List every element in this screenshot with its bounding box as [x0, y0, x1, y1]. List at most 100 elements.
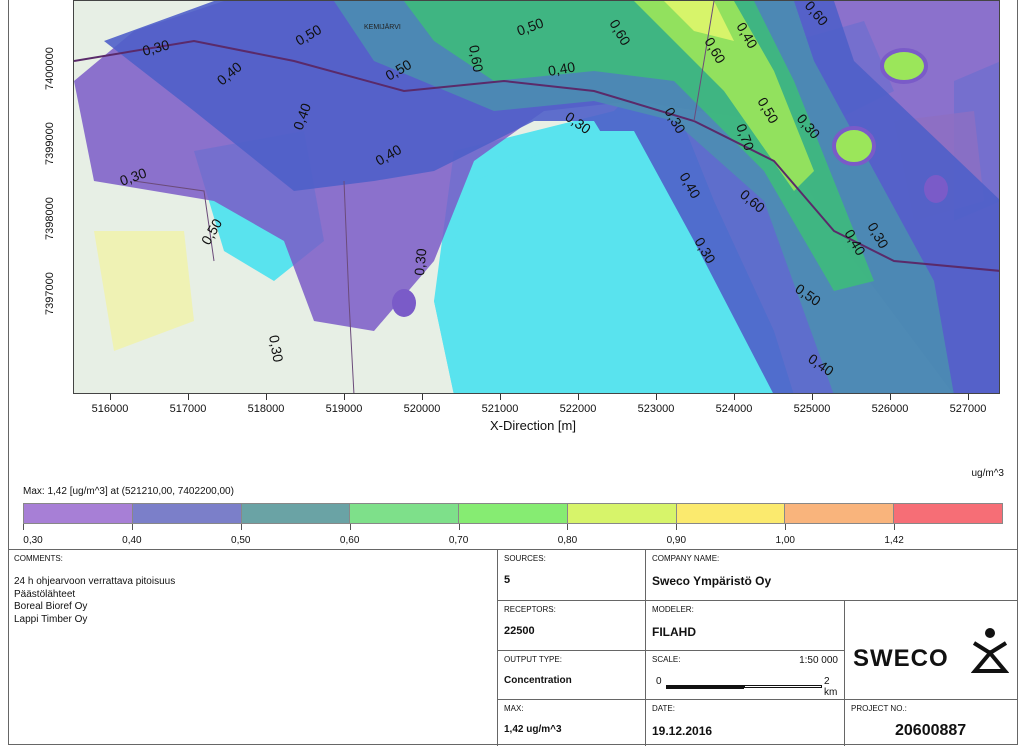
- date-cell: DATE: 19.12.2016: [645, 699, 844, 746]
- max-cell: MAX: 1,42 ug/m^3: [497, 699, 645, 746]
- legend-units: ug/m^3: [971, 468, 1005, 479]
- x-tick-mark: [422, 394, 423, 400]
- legend-tick: [894, 524, 896, 530]
- comment-line: 24 h ohjearvoon verrattava pitoisuus: [14, 576, 176, 587]
- legend-swatch: [894, 504, 1003, 523]
- y-tick-label: 7399000: [44, 122, 56, 165]
- legend-tick: [240, 524, 242, 530]
- comment-line: Boreal Bioref Oy: [14, 601, 88, 612]
- legend-label: 0,90: [666, 535, 687, 546]
- x-tick-label: 526000: [871, 403, 909, 415]
- scale-value: 1:50 000: [799, 655, 838, 666]
- x-tick-mark: [656, 394, 657, 400]
- scale-cell: SCALE: 1:50 000 0 2 km: [645, 650, 844, 699]
- x-tick-label: 525000: [793, 403, 831, 415]
- sweco-logo-icon: [971, 628, 1009, 673]
- legend-swatch: [459, 504, 568, 523]
- x-tick-label: 519000: [325, 403, 363, 415]
- scale-caption: SCALE:: [652, 655, 681, 664]
- legend-tick: [676, 524, 678, 530]
- town-label: KEMIJÄRVI: [364, 23, 401, 31]
- scale-bar-solid: [666, 685, 744, 689]
- x-tick-mark: [266, 394, 267, 400]
- scale-start: 0: [656, 676, 662, 687]
- max-value: 1,42 ug/m^3: [504, 724, 562, 735]
- project-value: 20600887: [895, 722, 967, 739]
- y-tick-label: 7400000: [44, 47, 56, 90]
- contour-label: 0,30: [411, 248, 429, 277]
- legend-tick: [23, 524, 24, 530]
- legend-tick: [567, 524, 569, 530]
- x-tick-label: 518000: [247, 403, 285, 415]
- y-tick-label: 7397000: [44, 272, 56, 315]
- comment-line: Päästölähteet: [14, 588, 76, 600]
- sweco-logo: SWECO: [853, 645, 949, 672]
- color-legend: [23, 503, 1003, 524]
- legend-label: 0,30: [23, 535, 43, 546]
- x-tick-label: 522000: [559, 403, 597, 415]
- x-tick-mark: [188, 394, 189, 400]
- x-tick-mark: [890, 394, 891, 400]
- scale-end: 2 km: [824, 676, 838, 698]
- legend-label: 0,80: [557, 535, 578, 546]
- comments-cell: COMMENTS: 24 h ohjearvoon verrattava pit…: [8, 550, 497, 746]
- x-tick-mark: [110, 394, 111, 400]
- x-tick-label: 523000: [637, 403, 675, 415]
- x-tick-label: 517000: [169, 403, 207, 415]
- modeler-value: FILAHD: [652, 625, 696, 639]
- modeler-caption: MODELER:: [652, 605, 694, 614]
- receptors-caption: RECEPTORS:: [504, 605, 556, 614]
- y-tick-label: 7398000: [44, 197, 56, 240]
- output-value: Concentration: [504, 675, 572, 686]
- legend-tick: [785, 524, 787, 530]
- legend-tick: [349, 524, 351, 530]
- date-value: 19.12.2016: [652, 724, 713, 738]
- x-tick-label: 527000: [949, 403, 987, 415]
- legend-swatch: [132, 504, 242, 523]
- legend-label: 0,70: [448, 535, 469, 546]
- hill-contour: [924, 175, 948, 203]
- legend-label: 0,40: [122, 535, 142, 546]
- comment-line: Lappi Timber Oy: [14, 613, 88, 625]
- date-caption: DATE:: [652, 704, 675, 713]
- legend-label: 1,00: [775, 535, 795, 546]
- comments-caption: COMMENTS:: [14, 554, 63, 563]
- legend-swatch: [241, 504, 351, 523]
- small-patch: [392, 289, 416, 317]
- output-type-cell: OUTPUT TYPE: Concentration: [497, 650, 645, 699]
- x-tick-mark: [500, 394, 501, 400]
- x-tick-mark: [812, 394, 813, 400]
- scale-bar-hollow: [744, 685, 822, 688]
- sources-value: 5: [504, 574, 511, 586]
- legend-swatch: [567, 504, 677, 523]
- x-tick-label: 520000: [403, 403, 441, 415]
- concentration-map[interactable]: KEMIJÄRVI 0,30 0,40 0,50 0,40 0,50 0,60 …: [73, 0, 1000, 394]
- legend-label: 1,42: [884, 535, 904, 546]
- legend-label: 0,60: [339, 535, 360, 546]
- legend-swatch: [24, 504, 133, 523]
- legend-tick: [131, 524, 133, 530]
- x-tick-mark: [734, 394, 735, 400]
- title-block: COMMENTS: 24 h ohjearvoon verrattava pit…: [8, 549, 1018, 746]
- sources-caption: SOURCES:: [504, 554, 546, 563]
- project-caption: PROJECT NO.:: [851, 704, 907, 713]
- company-cell: COMPANY NAME: Sweco Ympäristö Oy: [645, 550, 1018, 600]
- legend-swatch: [785, 504, 895, 523]
- x-tick-mark: [968, 394, 969, 400]
- legend-swatch: [350, 504, 460, 523]
- x-tick-mark: [344, 394, 345, 400]
- max-value-text: Max: 1,42 [ug/m^3] at (521210,00, 740220…: [23, 486, 234, 497]
- company-value: Sweco Ympäristö Oy: [652, 574, 772, 588]
- company-caption: COMPANY NAME:: [652, 554, 720, 563]
- logo-cell: SWECO: [844, 600, 1018, 699]
- receptors-value: 22500: [504, 625, 535, 637]
- output-caption: OUTPUT TYPE:: [504, 655, 562, 664]
- max-caption: MAX:: [504, 704, 524, 713]
- hill-contour: [880, 48, 928, 84]
- x-tick-mark: [578, 394, 579, 400]
- modeler-cell: MODELER: FILAHD: [645, 600, 844, 650]
- legend-tick: [458, 524, 460, 530]
- x-tick-label: 516000: [91, 403, 129, 415]
- x-tick-label: 524000: [715, 403, 753, 415]
- project-cell: PROJECT NO.: 20600887: [844, 699, 1018, 746]
